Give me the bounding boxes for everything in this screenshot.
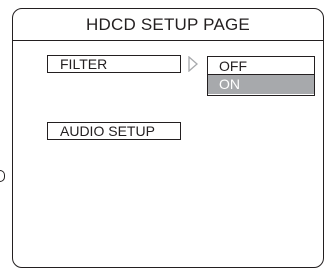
option-off[interactable]: OFF — [208, 57, 314, 75]
filter-options-list: OFF ON — [207, 56, 315, 96]
submenu-arrow-icon — [188, 56, 198, 72]
screen-edge-mark — [0, 170, 5, 182]
osd-screen: HDCD SETUP PAGE FILTER OFF ON AUDIO SETU… — [12, 8, 324, 268]
menu-item-audio-setup[interactable]: AUDIO SETUP — [47, 122, 181, 140]
menu-item-filter[interactable]: FILTER — [47, 55, 181, 73]
page-title: HDCD SETUP PAGE — [13, 9, 323, 41]
option-on[interactable]: ON — [208, 75, 314, 94]
